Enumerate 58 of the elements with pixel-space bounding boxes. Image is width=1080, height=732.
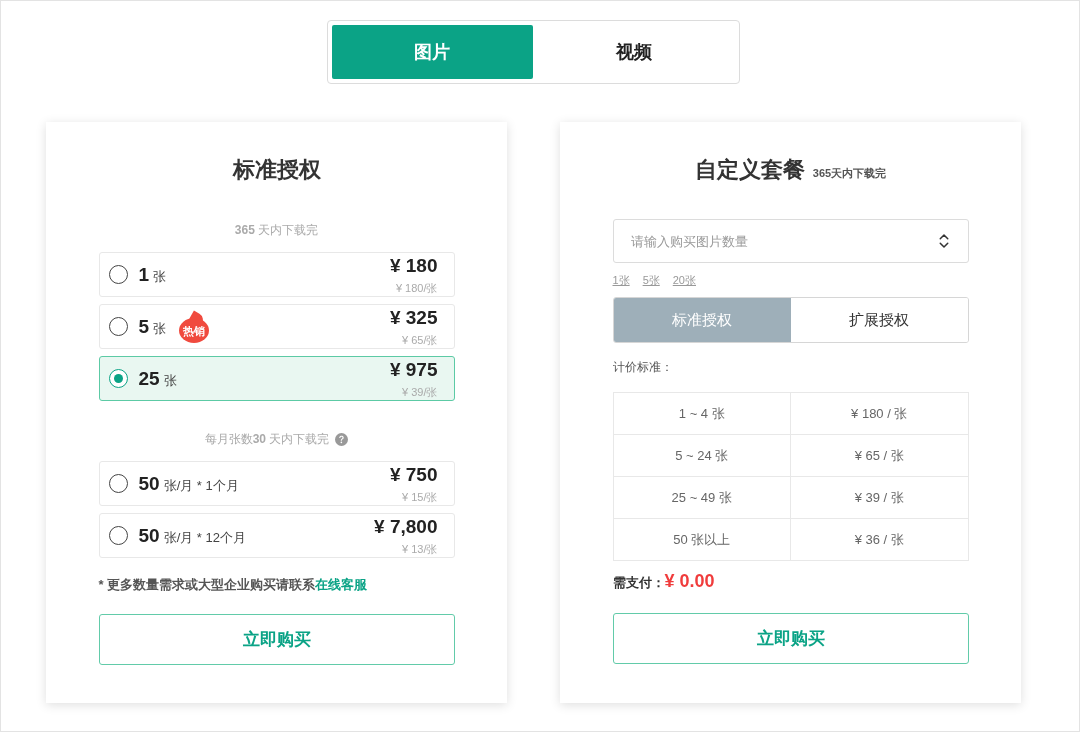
plan-price: ¥ 325 xyxy=(389,307,438,329)
table-cell: 1 ~ 4 张 xyxy=(613,393,791,435)
table-cell: ¥ 39 / 张 xyxy=(791,477,969,519)
download-note: 每月张数30 天内下载完 xyxy=(204,431,330,447)
radio-button[interactable] xyxy=(108,317,128,336)
table-cell: ¥ 65 / 张 xyxy=(791,435,969,477)
plan-option[interactable]: 5 张 热销 ¥ 325 ¥ 65/张 xyxy=(98,304,455,349)
quick-pick-link[interactable]: 1张 xyxy=(612,273,630,287)
plan-option[interactable]: 25 张 ¥ 975 ¥ 39/张 xyxy=(98,356,455,401)
quick-pick-link[interactable]: 20张 xyxy=(672,273,696,287)
plan-price: ¥ 7,800 xyxy=(374,516,438,538)
plan-unit-price: ¥ 65/张 xyxy=(402,333,438,347)
license-tab[interactable]: 标准授权 xyxy=(613,298,791,342)
download-note: 365天内下载完 xyxy=(812,166,887,181)
table-cell: ¥ 180 / 张 xyxy=(791,393,969,435)
plan-count: 50 xyxy=(138,472,160,495)
plan-option[interactable]: 1 张 ¥ 180 ¥ 180/张 xyxy=(98,252,455,297)
card-title: 自定义套餐 xyxy=(694,156,805,184)
plan-unit: 张 xyxy=(163,371,177,390)
plan-option[interactable]: 50 张/月 * 12个月 ¥ 7,800 ¥ 13/张 xyxy=(98,513,455,558)
total-label: 需支付： xyxy=(612,575,665,592)
radio-button[interactable] xyxy=(108,474,128,493)
plan-option[interactable]: 50 张/月 * 1个月 ¥ 750 ¥ 15/张 xyxy=(98,461,455,506)
pricing-label: 计价标准： xyxy=(612,359,673,375)
quantity-field[interactable]: 请输入购买图片数量 xyxy=(612,219,969,263)
radio-button[interactable] xyxy=(108,369,128,388)
hot-sale-badge: 热销 xyxy=(178,310,211,343)
table-cell: 5 ~ 24 张 xyxy=(613,435,791,477)
buy-button[interactable]: 立即购买 xyxy=(612,613,969,664)
table-cell: ¥ 36 / 张 xyxy=(791,519,969,561)
plan-unit-price: ¥ 180/张 xyxy=(395,281,438,295)
contact-note: * 更多数量需求或大型企业购买请联系在线客服 xyxy=(98,577,369,593)
plan-count: 1 xyxy=(138,263,150,286)
plan-unit-price: ¥ 13/张 xyxy=(402,542,438,556)
plan-unit-price: ¥ 39/张 xyxy=(402,385,438,399)
radio-button[interactable] xyxy=(108,265,128,284)
plan-unit: 张 xyxy=(153,267,167,286)
quick-pick-link[interactable]: 5张 xyxy=(642,273,660,287)
media-tab[interactable]: 图片 xyxy=(331,25,533,79)
plan-price: ¥ 750 xyxy=(389,464,438,486)
card-title: 标准授权 xyxy=(231,156,322,184)
radio-button[interactable] xyxy=(108,526,128,545)
plan-unit: 张/月 * 1个月 xyxy=(163,476,239,495)
plan-price: ¥ 975 xyxy=(389,359,438,381)
plan-count: 25 xyxy=(138,367,160,390)
plan-count: 5 xyxy=(138,315,150,338)
plan-unit: 张 xyxy=(153,319,167,338)
plan-price: ¥ 180 xyxy=(389,255,438,277)
table-cell: 25 ~ 49 张 xyxy=(613,477,791,519)
total-amount: ¥ 0.00 xyxy=(664,571,715,592)
download-note: 365 天内下载完 xyxy=(234,222,319,238)
online-service-link[interactable]: 在线客服 xyxy=(315,577,368,592)
plan-unit-price: ¥ 15/张 xyxy=(402,490,438,504)
table-cell: 50 张以上 xyxy=(613,519,791,561)
plan-count: 50 xyxy=(138,524,160,547)
plan-unit: 张/月 * 12个月 xyxy=(163,528,246,547)
buy-button[interactable]: 立即购买 xyxy=(98,614,455,665)
help-icon[interactable] xyxy=(335,432,349,446)
